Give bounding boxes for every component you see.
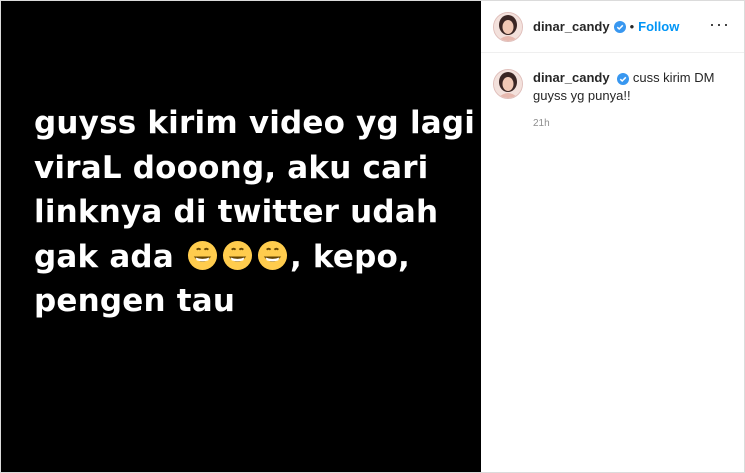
grinning-face-icon [257,240,287,270]
more-options-icon[interactable]: ··· [709,15,730,33]
verified-badge-icon [613,20,626,33]
post-image-text: guyss kirim video yg lagi viraL dooong, … [34,101,476,324]
media-text-line: pengen tau [34,283,236,319]
grinning-face-icon [187,240,217,270]
post-header: dinar_candy • Follow ··· [481,1,744,53]
caption-body: dinar_candy cuss kirim DM guyss yg punya… [533,69,723,133]
media-text-line-emoji: gak ada , kepo, [34,235,474,280]
grinning-face-icon [222,240,252,270]
instagram-post: guyss kirim video yg lagi viraL dooong, … [0,0,745,473]
caption-comment: dinar_candy cuss kirim DM guyss yg punya… [481,53,744,133]
media-text-line: viraL dooong, aku cari [34,149,429,186]
username-link[interactable]: dinar_candy [533,19,610,34]
caption-username-link[interactable]: dinar_candy [533,70,610,85]
avatar[interactable] [493,11,523,42]
post-timestamp[interactable]: 21h [533,115,723,133]
avatar-image-icon [494,12,522,41]
separator-dot: • [629,19,635,34]
avatar-image-icon [494,70,522,98]
media-text-line: guyss kirim video yg lagi [34,105,476,141]
verified-badge-icon [617,72,630,85]
follow-button[interactable]: Follow [638,19,679,34]
media-text-line: linknya di twitter udah [34,194,439,230]
media-text-segment: , kepo, [289,238,410,275]
post-sidebar: dinar_candy • Follow ··· dinar_candy cus… [481,1,744,472]
post-image[interactable]: guyss kirim video yg lagi viraL dooong, … [1,1,481,472]
avatar[interactable] [493,69,523,99]
media-text-segment: gak ada [34,238,174,275]
